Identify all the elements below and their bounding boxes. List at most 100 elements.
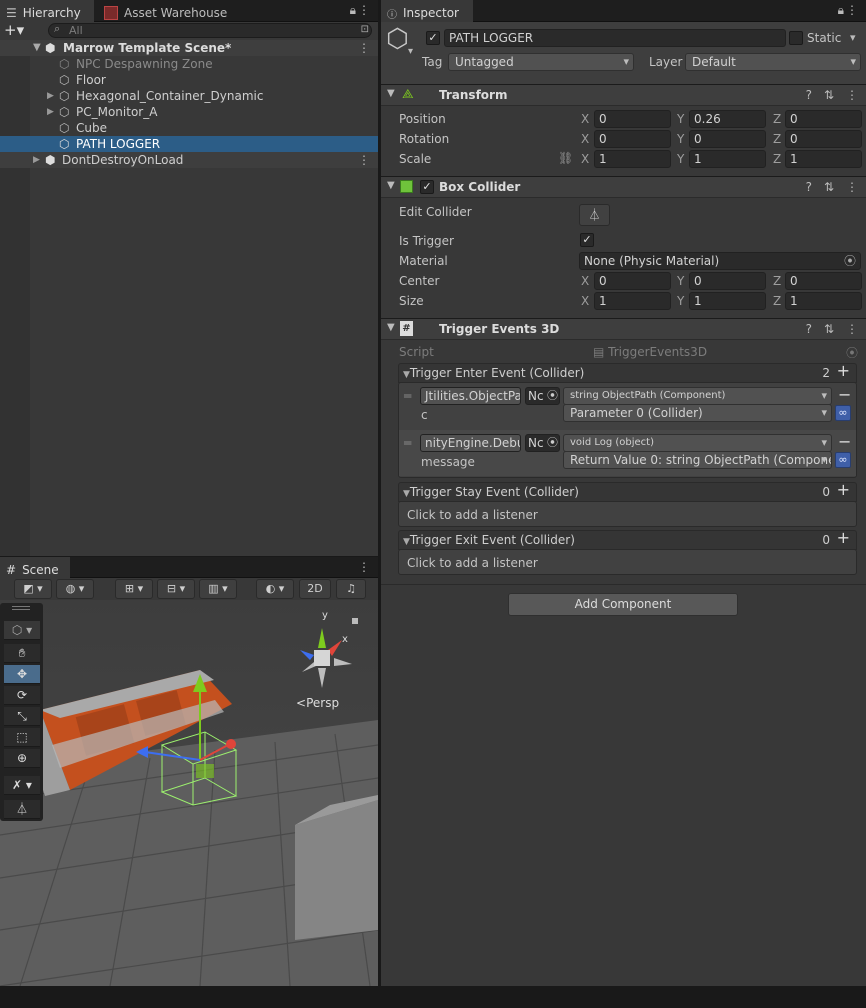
preset-icon[interactable]: ⇅ <box>824 180 834 194</box>
dynamic-link-icon[interactable]: ∞ <box>835 452 851 468</box>
rotation-y-field[interactable]: 0 <box>689 130 766 148</box>
trigger-enter-header[interactable]: ▼Trigger Enter Event (Collider) 2 + <box>398 362 857 383</box>
increment-snap-dropdown[interactable]: ⊟ ▾ <box>157 579 195 599</box>
listener-function-dropdown[interactable]: string ObjectPath (Component) <box>563 387 832 405</box>
size-x-field[interactable]: 1 <box>594 292 671 310</box>
rotate-tool-icon[interactable]: ⟳ <box>4 686 40 705</box>
rotation-x-field[interactable]: 0 <box>594 130 671 148</box>
scene-menu-icon[interactable]: ⋮ <box>358 40 370 56</box>
add-listener-icon[interactable]: + <box>837 362 850 380</box>
hierarchy-item[interactable]: ▶ ⬡ PC_Monitor_A <box>0 104 378 120</box>
inspector-more-icon[interactable]: ⋮ <box>846 3 858 17</box>
edit-collider-tool-icon[interactable]: ⏃ <box>4 800 40 819</box>
position-y-field[interactable]: 0.26 <box>689 110 766 128</box>
add-component-button[interactable]: Add Component <box>508 593 738 616</box>
preset-icon[interactable]: ⇅ <box>824 322 834 336</box>
draw-mode-dropdown[interactable]: ◩ ▾ <box>14 579 52 599</box>
object-picker-icon[interactable]: ⦿ <box>547 435 558 451</box>
component-menu-icon[interactable]: ⋮ <box>846 88 858 102</box>
material-field[interactable]: None (Physic Material) ⦿ <box>579 252 861 270</box>
expand-arrow-icon[interactable]: ▼ <box>33 40 41 56</box>
persp-label[interactable]: <Persp <box>296 696 339 710</box>
dontdestroy-menu-icon[interactable]: ⋮ <box>358 152 370 168</box>
scale-y-field[interactable]: 1 <box>689 150 766 168</box>
preset-icon[interactable]: ⇅ <box>824 88 834 102</box>
drag-handle-icon[interactable]: ═ <box>404 389 411 403</box>
static-dropdown-icon[interactable]: ▾ <box>850 31 856 44</box>
foldout-arrow-icon[interactable]: ▼ <box>403 537 410 547</box>
layer-dropdown[interactable]: Default <box>685 53 861 71</box>
gizmo-globe-dropdown[interactable]: ◍ ▾ <box>56 579 94 599</box>
add-listener-icon[interactable]: + <box>837 481 850 499</box>
dynamic-link-icon[interactable]: ∞ <box>835 405 851 421</box>
custom-tool-icon[interactable]: ✗ ▾ <box>4 776 40 795</box>
hierarchy-item[interactable]: ⬡ Cube <box>0 120 378 136</box>
object-name-field[interactable]: PATH LOGGER <box>444 29 786 47</box>
object-picker-icon[interactable]: ⦿ <box>844 253 856 269</box>
inspector-lock-icon[interactable]: 🔒︎ <box>838 3 844 18</box>
lighting-toggle[interactable]: ♫ <box>336 579 366 599</box>
listener-function-dropdown[interactable]: void Log (object) <box>563 434 832 452</box>
center-y-field[interactable]: 0 <box>689 272 766 290</box>
more-menu-icon[interactable]: ⋮ <box>358 3 370 17</box>
listener-param-dropdown[interactable]: Parameter 0 (Collider) <box>563 404 832 422</box>
remove-listener-icon[interactable]: − <box>838 432 851 451</box>
hierarchy-item[interactable]: ⬡ NPC Despawning Zone <box>0 56 378 72</box>
mode-2d-button[interactable]: 2D <box>299 579 331 599</box>
move-tool-icon[interactable]: ✥ <box>4 665 40 684</box>
position-z-field[interactable]: 0 <box>785 110 862 128</box>
scene-more-icon[interactable]: ⋮ <box>358 560 370 574</box>
search-filter-icon[interactable]: ⊡ <box>361 24 369 35</box>
hierarchy-search-input[interactable]: ⌕ All ⊡ <box>48 22 372 38</box>
size-y-field[interactable]: 1 <box>689 292 766 310</box>
trigger-exit-header[interactable]: ▼Trigger Exit Event (Collider) 0 + <box>398 529 857 550</box>
active-checkbox[interactable]: ✓ <box>426 31 440 45</box>
hierarchy-item[interactable]: ⬡ Floor <box>0 72 378 88</box>
remove-listener-icon[interactable]: − <box>838 385 851 404</box>
position-x-field[interactable]: 0 <box>594 110 671 128</box>
dontdestroy-row[interactable]: ▶ ⬢ DontDestroyOnLoad ⋮ <box>0 152 378 168</box>
box-collider-enabled-checkbox[interactable]: ✓ <box>420 180 434 194</box>
transform-tool-icon[interactable]: ⊕ <box>4 749 40 768</box>
static-checkbox[interactable] <box>789 31 803 45</box>
size-z-field[interactable]: 1 <box>785 292 862 310</box>
hierarchy-item-selected[interactable]: ⬡ PATH LOGGER <box>0 136 378 152</box>
tab-asset-warehouse[interactable]: Asset Warehouse <box>98 0 233 22</box>
add-listener-icon[interactable]: + <box>837 529 850 547</box>
tag-dropdown[interactable]: Untagged <box>448 53 634 71</box>
scale-tool-icon[interactable]: ⤡ <box>4 707 40 726</box>
listener-target-field[interactable]: Jtilities.ObjectPa <box>420 387 521 405</box>
listener-object-field[interactable]: Nc ⦿ <box>525 434 560 452</box>
foldout-arrow-icon[interactable]: ▼ <box>403 489 410 499</box>
scale-x-field[interactable]: 1 <box>594 150 671 168</box>
object-picker-icon[interactable]: ⦿ <box>547 388 558 404</box>
shading-dropdown[interactable]: ◐ ▾ <box>256 579 294 599</box>
constrain-proportions-icon[interactable]: ⛓ <box>558 151 573 165</box>
add-icon[interactable]: +▾ <box>4 21 24 39</box>
box-collider-header[interactable]: ▼ ✓ Box Collider ? ⇅ ⋮ <box>381 176 866 198</box>
foldout-arrow-icon[interactable]: ▼ <box>387 88 395 99</box>
component-menu-icon[interactable]: ⋮ <box>846 180 858 194</box>
tab-hierarchy[interactable]: ☰ Hierarchy <box>0 0 94 22</box>
foldout-arrow-icon[interactable]: ▼ <box>387 180 395 191</box>
listener-object-field[interactable]: Nc ⦿ <box>525 387 560 405</box>
hand-tool-icon[interactable]: ✋︎ <box>4 644 40 663</box>
center-z-field[interactable]: 0 <box>785 272 862 290</box>
icon-dropdown-icon[interactable]: ▾ <box>408 46 413 57</box>
foldout-arrow-icon[interactable]: ▼ <box>387 322 395 333</box>
is-trigger-checkbox[interactable]: ✓ <box>580 233 594 247</box>
drag-handle-icon[interactable] <box>12 606 30 610</box>
transform-header[interactable]: ▼ ⟁ Transform ? ⇅ ⋮ <box>381 84 866 106</box>
help-icon[interactable]: ? <box>806 180 812 194</box>
trigger-events-header[interactable]: ▼ # Trigger Events 3D ? ⇅ ⋮ <box>381 318 866 340</box>
center-x-field[interactable]: 0 <box>594 272 671 290</box>
foldout-arrow-icon[interactable]: ▼ <box>403 370 410 380</box>
trigger-stay-header[interactable]: ▼Trigger Stay Event (Collider) 0 + <box>398 481 857 502</box>
edit-collider-button[interactable]: ⏃ <box>579 204 610 226</box>
component-menu-icon[interactable]: ⋮ <box>846 322 858 336</box>
listener-param-dropdown[interactable]: Return Value 0: string ObjectPath (Compo… <box>563 451 832 469</box>
help-icon[interactable]: ? <box>806 88 812 102</box>
tab-inspector[interactable]: ⓘ Inspector <box>381 0 473 22</box>
help-icon[interactable]: ? <box>806 322 812 336</box>
expand-arrow-icon[interactable]: ▶ <box>33 152 40 168</box>
